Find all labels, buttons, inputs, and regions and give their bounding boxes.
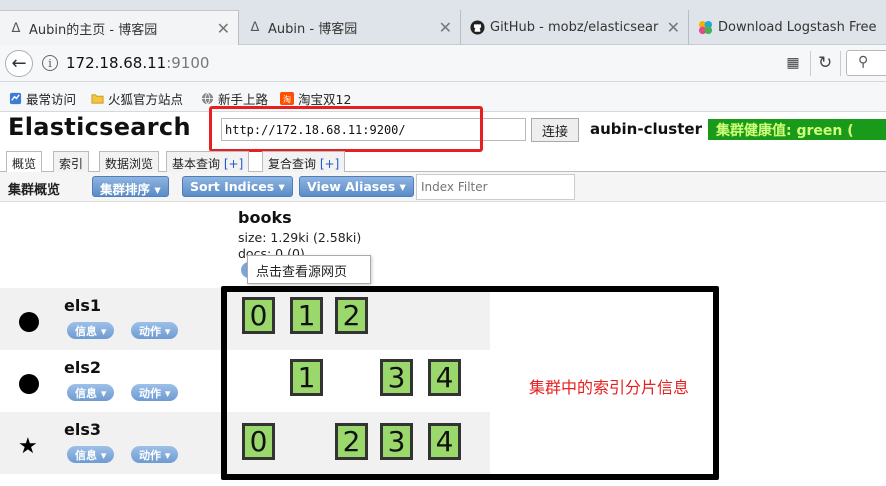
master-star-icon: ★ bbox=[18, 434, 38, 459]
tab-title: Aubin的主页 - 博客园 bbox=[29, 22, 158, 38]
node-name: els2 bbox=[64, 358, 101, 377]
tab-basic-query[interactable]: 基本查询 [+] bbox=[166, 151, 250, 172]
close-tab-icon[interactable]: ✕ bbox=[217, 19, 230, 38]
index-name: books bbox=[238, 208, 292, 227]
close-tab-icon[interactable]: ✕ bbox=[439, 18, 452, 37]
close-tab-icon[interactable]: ✕ bbox=[667, 18, 680, 37]
shard-annotation-text: 集群中的索引分片信息 bbox=[529, 378, 690, 397]
node-dot-icon bbox=[19, 312, 39, 332]
address-bar[interactable]: 172.18.68.11:9100 bbox=[66, 54, 209, 72]
node-dot-icon bbox=[19, 374, 39, 394]
tab-indices[interactable]: 索引 bbox=[53, 151, 90, 172]
browser-tab-logstash[interactable]: Download Logstash Free bbox=[688, 10, 886, 45]
tab-label: 概览 bbox=[12, 157, 37, 171]
back-arrow-icon[interactable]: ← bbox=[5, 50, 33, 77]
index-size: size: 1.29ki (2.58ki) bbox=[238, 230, 362, 245]
tab-title: GitHub - mobz/elasticsear bbox=[490, 20, 659, 35]
search-icon: ⚲ bbox=[858, 54, 869, 70]
taobao-icon: 淘 bbox=[280, 92, 294, 106]
cluster-name: aubin-cluster bbox=[590, 120, 702, 138]
tab-title: Aubin - 博客园 bbox=[268, 22, 358, 37]
overview-toolbar: 集群概览 集群排序 ▾ Sort Indices ▾ View Aliases … bbox=[0, 172, 886, 202]
toolbar-divider bbox=[810, 51, 811, 76]
browser-tab-aubin-home[interactable]: ᐃ Aubin的主页 - 博客园 ✕ bbox=[0, 10, 238, 45]
toolbar-divider bbox=[840, 51, 841, 76]
tooltip: 点击查看源网页 bbox=[247, 255, 371, 284]
bookmark-label: 火狐官方站点 bbox=[108, 92, 184, 107]
tab-label: 复合查询 bbox=[268, 157, 320, 171]
tab-label: 数据浏览 bbox=[105, 157, 154, 171]
qr-code-icon[interactable]: ▦ bbox=[784, 54, 802, 72]
browser-nav-bar: ← i 172.18.68.11:9100 ▦ ↻ ⚲ bbox=[0, 45, 886, 82]
browser-tab-strip: ᐃ Aubin的主页 - 博客园 ✕ ᐃ Aubin - 博客园 ✕ GitHu… bbox=[0, 0, 886, 45]
cnblogs-icon: ᐃ bbox=[11, 20, 21, 36]
node-info-button[interactable]: 信息 ▾ bbox=[67, 384, 115, 401]
folder-icon bbox=[90, 92, 104, 106]
node-action-button[interactable]: 动作 ▾ bbox=[131, 322, 179, 339]
app-title: Elasticsearch bbox=[8, 113, 191, 141]
tab-label: 索引 bbox=[59, 157, 84, 171]
svg-text:淘: 淘 bbox=[283, 94, 291, 104]
elastic-icon bbox=[697, 20, 713, 36]
reload-icon[interactable]: ↻ bbox=[818, 53, 832, 73]
browser-tab-github[interactable]: GitHub - mobz/elasticsear ✕ bbox=[460, 10, 688, 45]
overview-label: 集群概览 bbox=[8, 183, 61, 198]
url-port: :9100 bbox=[166, 54, 210, 72]
browser-tab-aubin[interactable]: ᐃ Aubin - 博客园 ✕ bbox=[238, 10, 460, 45]
index-filter-input[interactable] bbox=[416, 174, 575, 200]
node-info-button[interactable]: 信息 ▾ bbox=[67, 322, 115, 339]
github-icon bbox=[469, 20, 485, 36]
url-host: 172.18.68.11 bbox=[66, 54, 167, 72]
frequent-icon bbox=[8, 92, 22, 106]
bookmark-frequent[interactable]: 最常访问 bbox=[8, 89, 76, 108]
bookmark-label: 最常访问 bbox=[26, 92, 77, 107]
node-action-button[interactable]: 动作 ▾ bbox=[131, 384, 179, 401]
tab-compound-query[interactable]: 复合查询 [+] bbox=[262, 151, 346, 172]
tab-label: 基本查询 bbox=[172, 157, 224, 171]
node-info-button[interactable]: 信息 ▾ bbox=[67, 446, 115, 463]
node-action-button[interactable]: 动作 ▾ bbox=[131, 446, 179, 463]
cnblogs-icon: ᐃ bbox=[250, 20, 260, 35]
app-tab-bar: 概览 索引 数据浏览 基本查询 [+] 复合查询 [+] bbox=[0, 150, 886, 173]
tab-title: Download Logstash Free bbox=[718, 20, 877, 35]
connect-button[interactable]: 连接 bbox=[531, 118, 579, 142]
sort-indices-button[interactable]: Sort Indices ▾ bbox=[182, 176, 293, 197]
tab-plus[interactable]: [+] bbox=[320, 157, 339, 171]
cluster-sort-button[interactable]: 集群排序 ▾ bbox=[92, 176, 169, 197]
tab-browser[interactable]: 数据浏览 bbox=[99, 151, 160, 172]
globe-icon bbox=[200, 92, 214, 106]
url-highlight-annotation bbox=[209, 106, 483, 152]
tab-overview[interactable]: 概览 bbox=[6, 151, 43, 173]
bookmark-firefox-site[interactable]: 火狐官方站点 bbox=[90, 89, 183, 108]
cluster-health-badge: 集群健康值: green ( bbox=[708, 119, 886, 140]
node-name: els1 bbox=[64, 296, 101, 315]
site-info-icon[interactable]: i bbox=[42, 55, 58, 71]
view-aliases-button[interactable]: View Aliases ▾ bbox=[299, 176, 414, 197]
tab-plus[interactable]: [+] bbox=[224, 157, 243, 171]
node-name: els3 bbox=[64, 420, 101, 439]
